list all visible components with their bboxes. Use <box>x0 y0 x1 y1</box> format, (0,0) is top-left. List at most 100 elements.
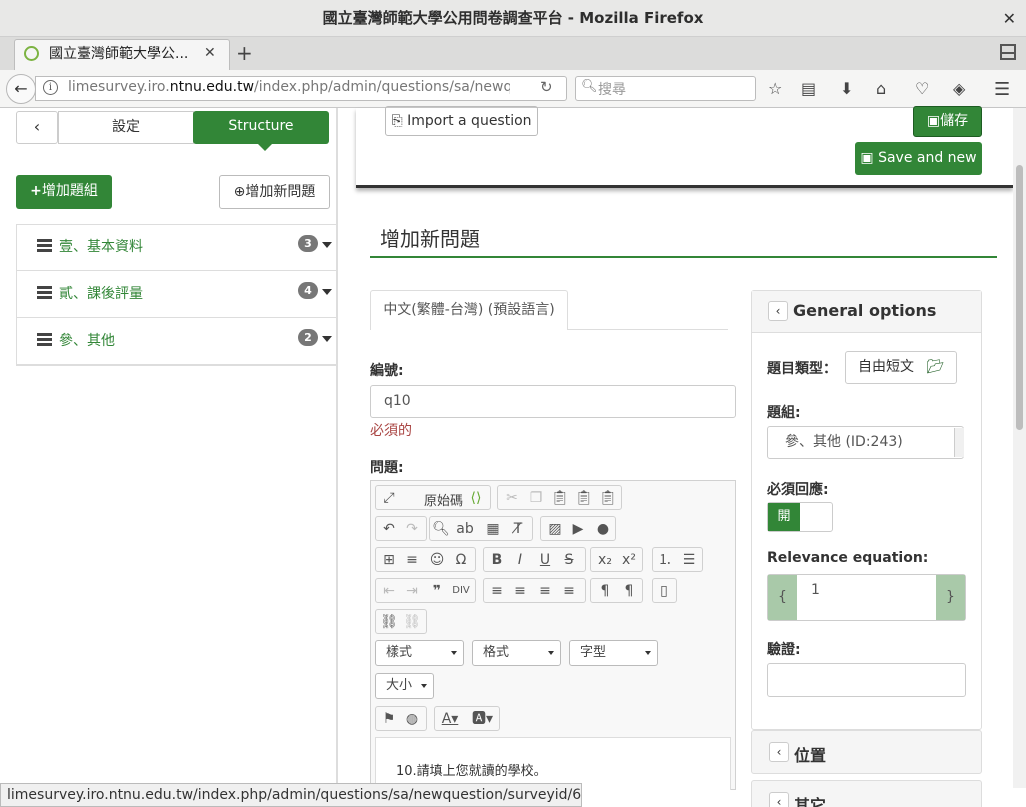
flash-icon[interactable]: ● <box>593 519 613 539</box>
italic-icon[interactable]: I <box>510 550 530 570</box>
redo-icon[interactable]: ↷ <box>402 519 422 539</box>
media-play-icon[interactable]: ▶ <box>568 519 588 539</box>
other-panel[interactable]: ‹ 其它 <box>751 780 982 807</box>
downloads-icon[interactable]: ⬇ <box>840 79 853 98</box>
select-arrow-icon[interactable] <box>954 428 964 457</box>
group-label[interactable]: 貳、課後評量 <box>59 283 143 303</box>
outdent-icon[interactable]: ⇤ <box>379 581 399 601</box>
extension-icon[interactable]: ◈ <box>953 79 965 98</box>
ltr-icon[interactable]: ¶ <box>595 581 615 601</box>
url-text[interactable]: limesurvey.iro.ntnu.edu.tw/index.php/adm… <box>68 79 510 95</box>
rtl-icon[interactable]: ¶ <box>619 581 639 601</box>
strikethrough-icon[interactable]: S <box>559 550 579 570</box>
show-blocks-icon[interactable]: ▯ <box>654 581 674 601</box>
validation-input[interactable] <box>767 663 966 697</box>
select-all-icon[interactable]: ▦ <box>483 519 503 539</box>
hamburger-menu-icon[interactable]: ☰ <box>994 79 1010 100</box>
cut-icon[interactable]: ✂ <box>502 488 522 508</box>
group-select[interactable]: 參、其他 (ID:243) <box>767 426 964 459</box>
save-and-new-button[interactable]: ▣ Save and new <box>855 142 982 175</box>
collapse-chevron-icon[interactable]: ‹ <box>768 301 788 321</box>
back-arrow-icon[interactable]: ← <box>6 74 36 104</box>
size-dropdown[interactable]: 大小 <box>375 673 434 699</box>
special-char-icon[interactable]: Ω <box>451 550 471 570</box>
save-button[interactable]: ▣儲存 <box>913 106 982 137</box>
horizontal-line-icon[interactable]: ≡ <box>402 550 422 570</box>
home-icon[interactable]: ⌂ <box>876 79 886 98</box>
question-type-button[interactable]: 自由短文 📂︎ <box>845 351 957 384</box>
link-icon[interactable]: ⛓ <box>379 612 399 632</box>
superscript-icon[interactable]: x² <box>619 550 639 570</box>
tab-structure[interactable]: Structure <box>193 111 329 144</box>
bookmark-star-icon[interactable]: ☆ <box>768 79 782 98</box>
remove-format-icon[interactable]: T̸ <box>508 519 528 539</box>
position-panel[interactable]: ‹ 位置 <box>751 730 982 774</box>
relevance-value[interactable]: 1 <box>811 582 820 598</box>
maximize-icon[interactable]: ⤢ <box>379 488 399 508</box>
reload-icon[interactable]: ↻ <box>540 78 553 96</box>
tab-close-icon[interactable]: ✕ <box>204 45 216 61</box>
drag-handle-icon[interactable] <box>37 239 52 252</box>
group-item[interactable]: 壹、基本資料 3 <box>16 224 336 271</box>
align-right-icon[interactable]: ≡ <box>535 581 555 601</box>
collapse-chevron-icon[interactable]: ‹ <box>769 792 789 807</box>
caret-down-icon[interactable] <box>322 289 332 295</box>
bold-icon[interactable]: B <box>487 550 507 570</box>
tab-list-icon[interactable] <box>1000 44 1016 60</box>
div-container-icon[interactable]: DIV <box>451 581 471 601</box>
window-close-icon[interactable]: ✕ <box>1003 0 1016 37</box>
group-item[interactable]: 貳、課後評量 4 <box>16 271 336 318</box>
unlink-icon[interactable]: ⛓ <box>402 612 422 632</box>
toggle-on-label[interactable]: 開 <box>768 503 800 531</box>
new-tab-icon[interactable]: + <box>236 41 253 65</box>
subscript-icon[interactable]: x₂ <box>595 550 615 570</box>
format-dropdown[interactable]: 格式 <box>472 640 561 666</box>
drag-handle-icon[interactable] <box>37 286 52 299</box>
editor-content-text[interactable]: 10.請填上您就讀的學校。 <box>396 760 547 779</box>
indent-icon[interactable]: ⇥ <box>402 581 422 601</box>
pocket-icon[interactable]: ♡ <box>915 79 929 98</box>
browser-tab[interactable]: 國立臺灣師範大學公... <box>14 39 230 70</box>
find-icon[interactable]: 🔍︎ <box>431 519 451 539</box>
site-info-icon[interactable]: i <box>43 80 58 95</box>
paste-text-icon[interactable]: 📋︎ <box>574 488 594 508</box>
language-tab[interactable]: 中文(繁體-台灣) (預設語言) <box>370 290 568 330</box>
import-question-button[interactable]: ⎘ Import a question <box>385 106 538 136</box>
source-button[interactable]: 原始碼 <box>424 490 463 509</box>
replace-icon[interactable]: ab <box>455 519 475 539</box>
numbered-list-icon[interactable]: ⒈ <box>655 550 675 570</box>
align-left-icon[interactable]: ≡ <box>487 581 507 601</box>
copy-icon[interactable]: ❐ <box>526 488 546 508</box>
collapse-chevron-icon[interactable]: ‹ <box>769 742 789 762</box>
tab-settings[interactable]: 設定 <box>58 111 194 144</box>
bullet-list-icon[interactable]: ☰ <box>679 550 699 570</box>
table-icon[interactable]: ⊞ <box>379 550 399 570</box>
underline-icon[interactable]: U <box>535 550 555 570</box>
background-color-icon[interactable]: 🅰︎▾ <box>472 709 493 729</box>
reading-list-icon[interactable]: ▤ <box>801 79 816 98</box>
caret-down-icon[interactable] <box>322 336 332 342</box>
text-color-icon[interactable]: A▾ <box>440 709 460 729</box>
language-globe-icon[interactable]: ◍ <box>402 709 422 729</box>
undo-icon[interactable]: ↶ <box>379 519 399 539</box>
code-input[interactable]: q10 <box>370 385 736 418</box>
smiley-icon[interactable]: ☺ <box>427 550 447 570</box>
blockquote-icon[interactable]: ❞ <box>427 581 447 601</box>
add-question-button[interactable]: ⊕增加新問題 <box>219 175 330 209</box>
scrollbar-thumb[interactable] <box>1016 165 1023 430</box>
sidebar-collapse-button[interactable]: ‹ <box>16 111 58 144</box>
styles-dropdown[interactable]: 樣式 <box>375 640 464 666</box>
drag-handle-icon[interactable] <box>37 333 52 346</box>
anchor-flag-icon[interactable]: ⚑ <box>379 709 399 729</box>
paste-word-icon[interactable]: 📋︎ <box>598 488 618 508</box>
caret-down-icon[interactable] <box>322 242 332 248</box>
group-item[interactable]: 參、其他 2 <box>16 318 336 365</box>
paste-icon[interactable]: 📋︎ <box>550 488 570 508</box>
image-icon[interactable]: ▨ <box>545 519 565 539</box>
justify-icon[interactable]: ≡ <box>559 581 579 601</box>
font-dropdown[interactable]: 字型 <box>569 640 658 666</box>
add-group-button[interactable]: +增加題組 <box>16 175 112 209</box>
group-label[interactable]: 壹、基本資料 <box>59 236 143 256</box>
align-center-icon[interactable]: ≡ <box>510 581 530 601</box>
group-label[interactable]: 參、其他 <box>59 330 115 350</box>
